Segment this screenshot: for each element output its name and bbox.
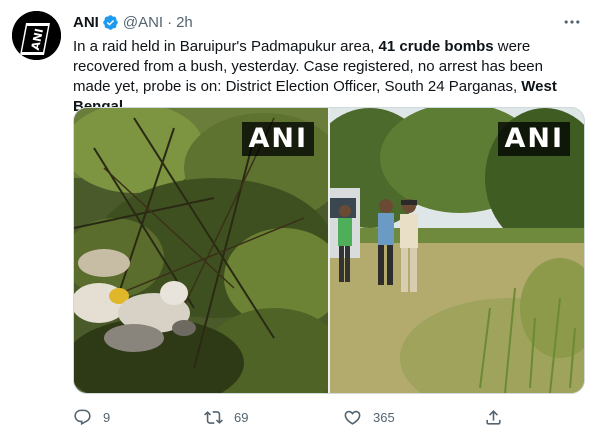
ani-watermark: ANI	[498, 122, 570, 156]
share-button[interactable]	[484, 405, 514, 429]
author-name[interactable]: ANI	[73, 14, 99, 31]
action-bar: 9 69 365	[73, 405, 513, 429]
tweet-text: In a raid held in Baruipur's Padmapukur …	[73, 37, 583, 117]
retweet-icon	[204, 410, 223, 424]
verified-badge-icon	[103, 14, 118, 30]
media-grid: ANI ANI	[73, 107, 585, 394]
ani-logo: ANI	[12, 11, 61, 60]
reply-count: 9	[103, 409, 111, 425]
avatar[interactable]: ANI	[12, 11, 61, 60]
separator-dot: ·	[167, 13, 173, 31]
tweet-photo-1[interactable]: ANI	[74, 108, 328, 393]
timestamp[interactable]: 2h	[176, 14, 193, 31]
tweet-text-bold: 41 crude bombs	[378, 38, 494, 55]
like-button[interactable]: 365	[343, 405, 395, 429]
tweet[interactable]: ANI ANI @ANI · 2h In a raid held in Baru…	[0, 0, 600, 441]
share-icon	[486, 409, 501, 425]
tweet-header: ANI @ANI · 2h	[73, 11, 193, 33]
author-handle[interactable]: @ANI	[123, 14, 163, 31]
tweet-text-part: In a raid held in Baruipur's Padmapukur …	[73, 38, 379, 55]
retweet-count: 69	[234, 409, 249, 425]
more-icon[interactable]	[562, 12, 582, 32]
ani-watermark: ANI	[242, 122, 314, 156]
retweet-button[interactable]: 69	[204, 405, 248, 429]
reply-button[interactable]: 9	[73, 405, 110, 429]
tweet-photo-2[interactable]: ANI	[330, 108, 584, 393]
like-count: 365	[373, 409, 395, 425]
like-icon	[344, 410, 361, 425]
reply-icon	[74, 409, 91, 425]
